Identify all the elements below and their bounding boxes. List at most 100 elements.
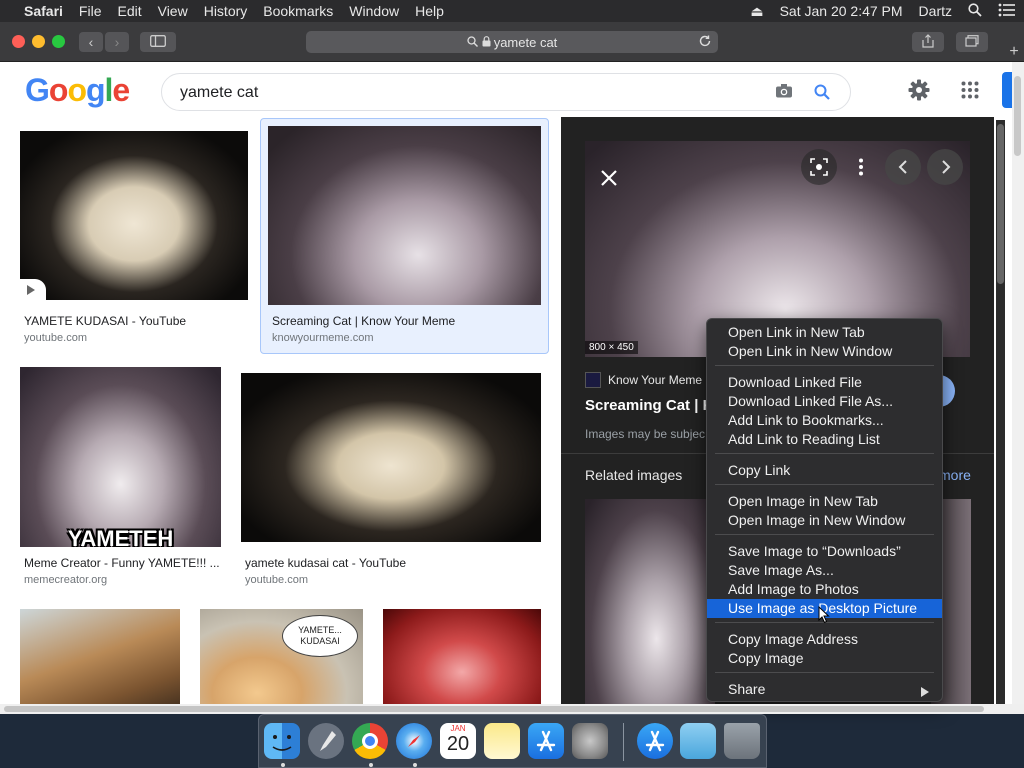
app-menu-safari[interactable]: Safari	[16, 3, 71, 19]
menu-file[interactable]: File	[71, 3, 110, 19]
result-image-2[interactable]	[268, 126, 541, 305]
visual-search-button[interactable]	[801, 149, 837, 185]
google-logo[interactable]: Google	[25, 72, 130, 109]
meme-overlay-text: YAMETEH	[67, 526, 174, 548]
menu-window[interactable]: Window	[341, 3, 407, 19]
new-tab-button[interactable]: +	[1004, 42, 1024, 62]
settings-gear-icon[interactable]	[908, 79, 930, 106]
lens-icon	[810, 158, 828, 181]
menu-open-image-new-window[interactable]: Open Image in New Window	[707, 511, 942, 530]
calendar-month: JAN	[450, 724, 466, 733]
panel-scrollbar-thumb[interactable]	[997, 124, 1004, 284]
page-scrollbar-track[interactable]	[1012, 62, 1024, 714]
more-options-button[interactable]	[843, 149, 879, 185]
notification-center-icon[interactable]	[990, 3, 1024, 20]
context-menu: Open Link in New Tab Open Link in New Wi…	[706, 318, 943, 702]
menu-help[interactable]: Help	[407, 3, 452, 19]
reload-icon[interactable]	[698, 34, 712, 51]
menu-add-image-to-photos[interactable]: Add Image to Photos	[707, 580, 942, 599]
zoom-window-button[interactable]	[52, 35, 65, 48]
app-store-icon[interactable]	[528, 723, 564, 759]
sidebar-toggle-button[interactable]	[140, 32, 176, 52]
menu-download-linked-file-as[interactable]: Download Linked File As...	[707, 392, 942, 411]
back-button[interactable]: ‹	[79, 32, 103, 52]
menu-copy-image-address[interactable]: Copy Image Address	[707, 630, 942, 649]
downloads-stack-icon[interactable]	[637, 723, 673, 759]
horizontal-scrollbar[interactable]	[0, 704, 1024, 714]
finder-icon[interactable]	[264, 723, 300, 759]
menu-save-image-to-downloads[interactable]: Save Image to “Downloads”	[707, 542, 942, 561]
chrome-icon[interactable]	[352, 723, 388, 759]
close-icon	[600, 169, 618, 192]
result-image-3[interactable]: YAMETEH	[20, 367, 221, 547]
finder-running-indicator	[281, 763, 285, 767]
result-title-2[interactable]: Screaming Cat | Know Your Meme	[272, 314, 532, 328]
google-header: Google	[0, 62, 1024, 118]
result-title-4[interactable]: yamete kudasai cat - YouTube	[245, 556, 535, 570]
tab-overview-button[interactable]	[956, 32, 988, 52]
trash-icon[interactable]	[724, 723, 760, 759]
minimize-window-button[interactable]	[32, 35, 45, 48]
menu-view[interactable]: View	[150, 3, 196, 19]
menu-download-linked-file[interactable]: Download Linked File	[707, 373, 942, 392]
safari-icon[interactable]	[396, 723, 432, 759]
menu-open-image-new-tab[interactable]: Open Image in New Tab	[707, 492, 942, 511]
launchpad-icon[interactable]	[308, 723, 344, 759]
menubar-user[interactable]: Dartz	[911, 3, 960, 19]
close-preview-button[interactable]	[584, 153, 636, 205]
menu-copy-link[interactable]: Copy Link	[707, 461, 942, 480]
previous-image-button[interactable]	[885, 149, 921, 185]
notes-icon[interactable]	[484, 723, 520, 759]
address-bar[interactable]: yamete cat	[306, 31, 718, 53]
menu-history[interactable]: History	[196, 3, 256, 19]
downloads-folder-icon[interactable]	[680, 723, 716, 759]
result-image-7[interactable]	[383, 609, 541, 714]
menu-edit[interactable]: Edit	[109, 3, 149, 19]
search-icon	[467, 35, 478, 50]
menu-open-link-new-tab[interactable]: Open Link in New Tab	[707, 323, 942, 342]
menu-bookmarks[interactable]: Bookmarks	[255, 3, 341, 19]
close-window-button[interactable]	[12, 35, 25, 48]
result-image-4[interactable]	[241, 373, 541, 542]
copyright-notice: Images may be subjec	[585, 427, 706, 441]
menubar-clock[interactable]: Sat Jan 20 2:47 PM	[772, 3, 911, 19]
result-title-1[interactable]: YAMETE KUDASAI - YouTube	[24, 314, 244, 328]
dock-divider	[623, 723, 624, 761]
google-search-box	[161, 73, 851, 111]
search-submit-icon[interactable]	[814, 84, 830, 105]
menu-add-link-to-bookmarks[interactable]: Add Link to Bookmarks...	[707, 411, 942, 430]
result-image-5[interactable]	[20, 609, 180, 714]
preview-title[interactable]: Screaming Cat | Kn	[585, 397, 723, 414]
share-button[interactable]	[912, 32, 944, 52]
camera-search-icon[interactable]	[775, 83, 793, 104]
horizontal-scrollbar-thumb[interactable]	[4, 706, 984, 712]
menu-share[interactable]: Share	[707, 680, 942, 699]
next-image-button[interactable]	[927, 149, 963, 185]
related-image-1[interactable]	[585, 499, 715, 714]
result-image-1[interactable]	[20, 131, 248, 300]
page-scrollbar-thumb[interactable]	[1014, 76, 1021, 156]
menu-copy-image[interactable]: Copy Image	[707, 649, 942, 668]
result-image-6[interactable]: YAMETE... KUDASAI	[200, 609, 363, 714]
apps-grid-icon[interactable]	[961, 81, 979, 104]
menu-separator	[715, 484, 934, 485]
chevron-right-icon	[941, 160, 951, 179]
sign-in-button[interactable]	[1002, 72, 1012, 108]
system-preferences-icon[interactable]	[572, 723, 608, 759]
eject-icon[interactable]: ⏏	[742, 3, 771, 20]
calendar-icon[interactable]: JAN 20	[440, 723, 476, 759]
image-dimensions: 800 × 450	[585, 341, 638, 354]
site-name[interactable]: Know Your Meme	[608, 373, 702, 387]
result-title-3[interactable]: Meme Creator - Funny YAMETE!!! ...	[24, 556, 220, 570]
safari-running-indicator	[413, 763, 417, 767]
search-input[interactable]	[180, 80, 740, 106]
play-icon	[26, 283, 36, 300]
forward-button[interactable]: ›	[105, 32, 129, 52]
menu-open-link-new-window[interactable]: Open Link in New Window	[707, 342, 942, 361]
menu-save-image-as[interactable]: Save Image As...	[707, 561, 942, 580]
spotlight-search-icon[interactable]	[960, 2, 990, 20]
lock-icon	[482, 35, 491, 50]
view-more-link[interactable]: more	[939, 467, 971, 483]
menu-separator	[715, 672, 934, 673]
menu-add-link-to-reading-list[interactable]: Add Link to Reading List	[707, 430, 942, 449]
